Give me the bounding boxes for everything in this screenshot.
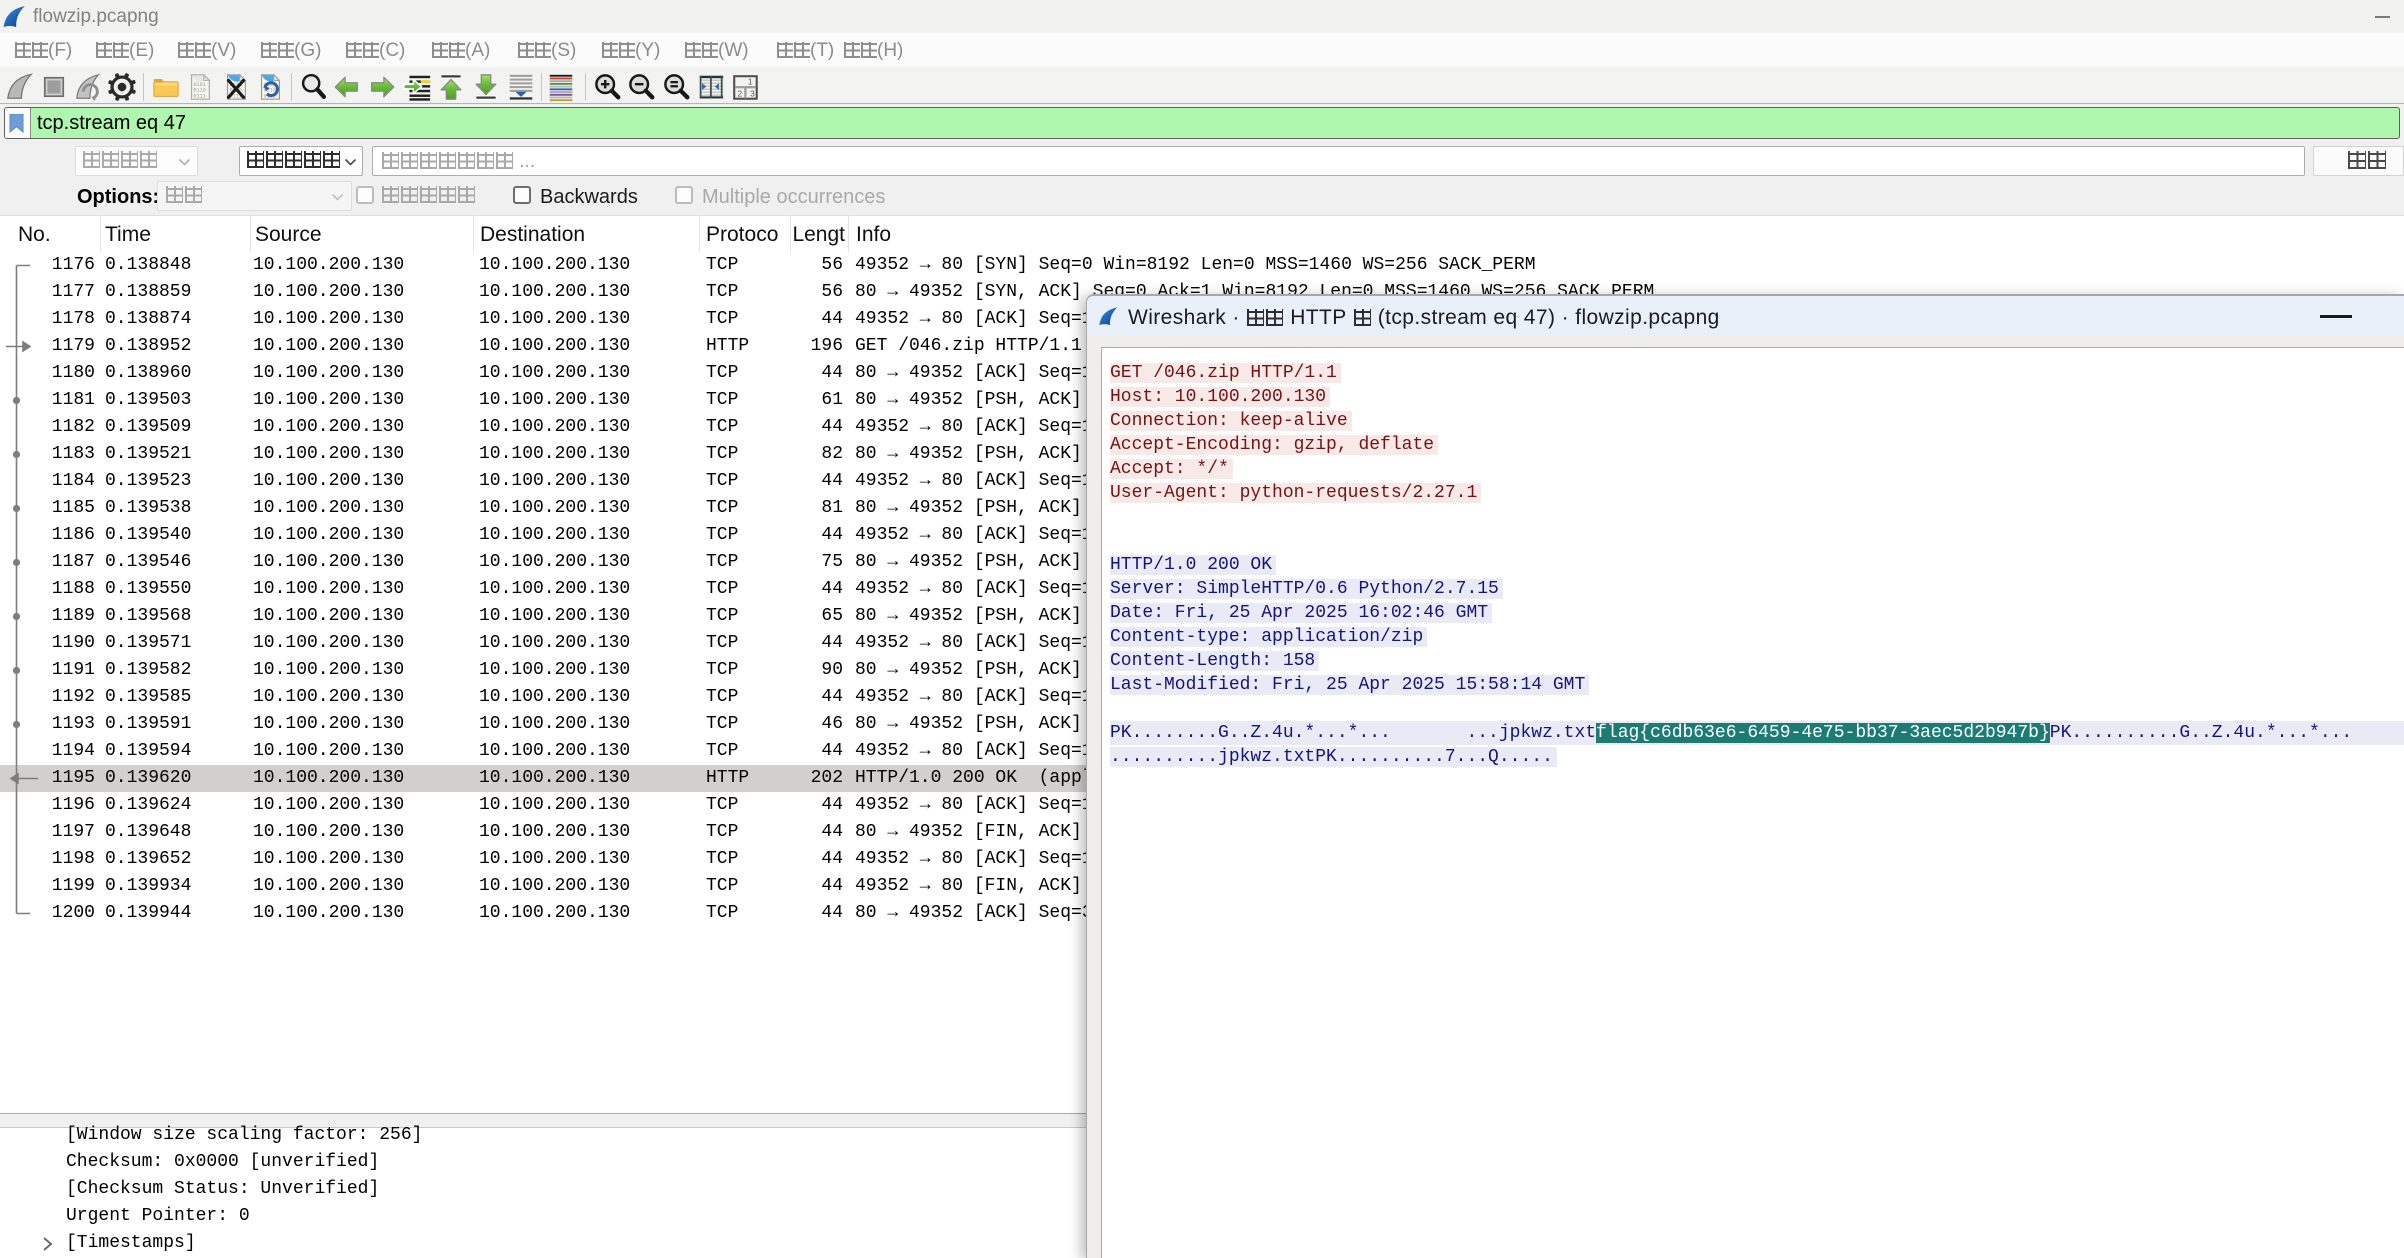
svg-text:0111: 0111: [193, 93, 205, 99]
svg-text:3: 3: [750, 88, 755, 98]
svg-text:1: 1: [748, 77, 753, 87]
svg-text:2: 2: [738, 88, 743, 98]
